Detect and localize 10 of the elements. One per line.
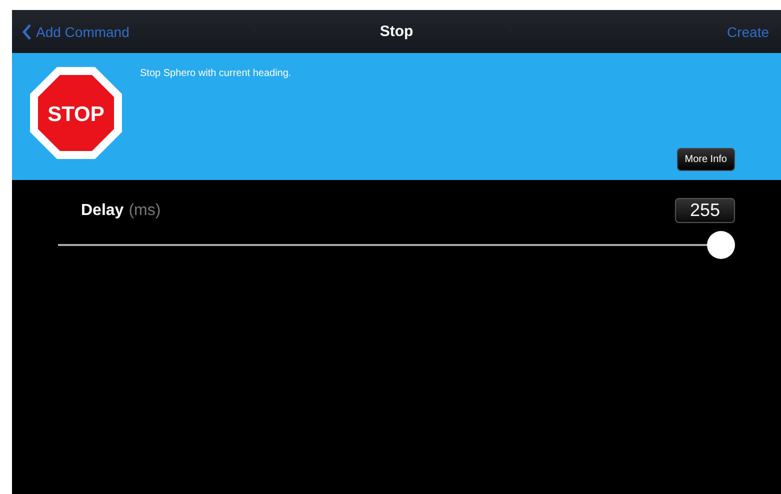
more-info-button[interactable]: More Info	[676, 148, 735, 171]
back-chevron-icon	[22, 24, 32, 40]
delay-slider[interactable]	[58, 231, 735, 259]
slider-thumb[interactable]	[707, 231, 735, 259]
delay-value-field[interactable]: 255	[674, 198, 735, 223]
command-description: Stop Sphero with current heading.	[140, 68, 292, 79]
delay-unit: (ms)	[128, 202, 161, 220]
nav-title: Stop	[380, 23, 414, 40]
delay-label: Delay	[81, 202, 124, 220]
stop-sign-icon: STOP	[30, 67, 122, 159]
